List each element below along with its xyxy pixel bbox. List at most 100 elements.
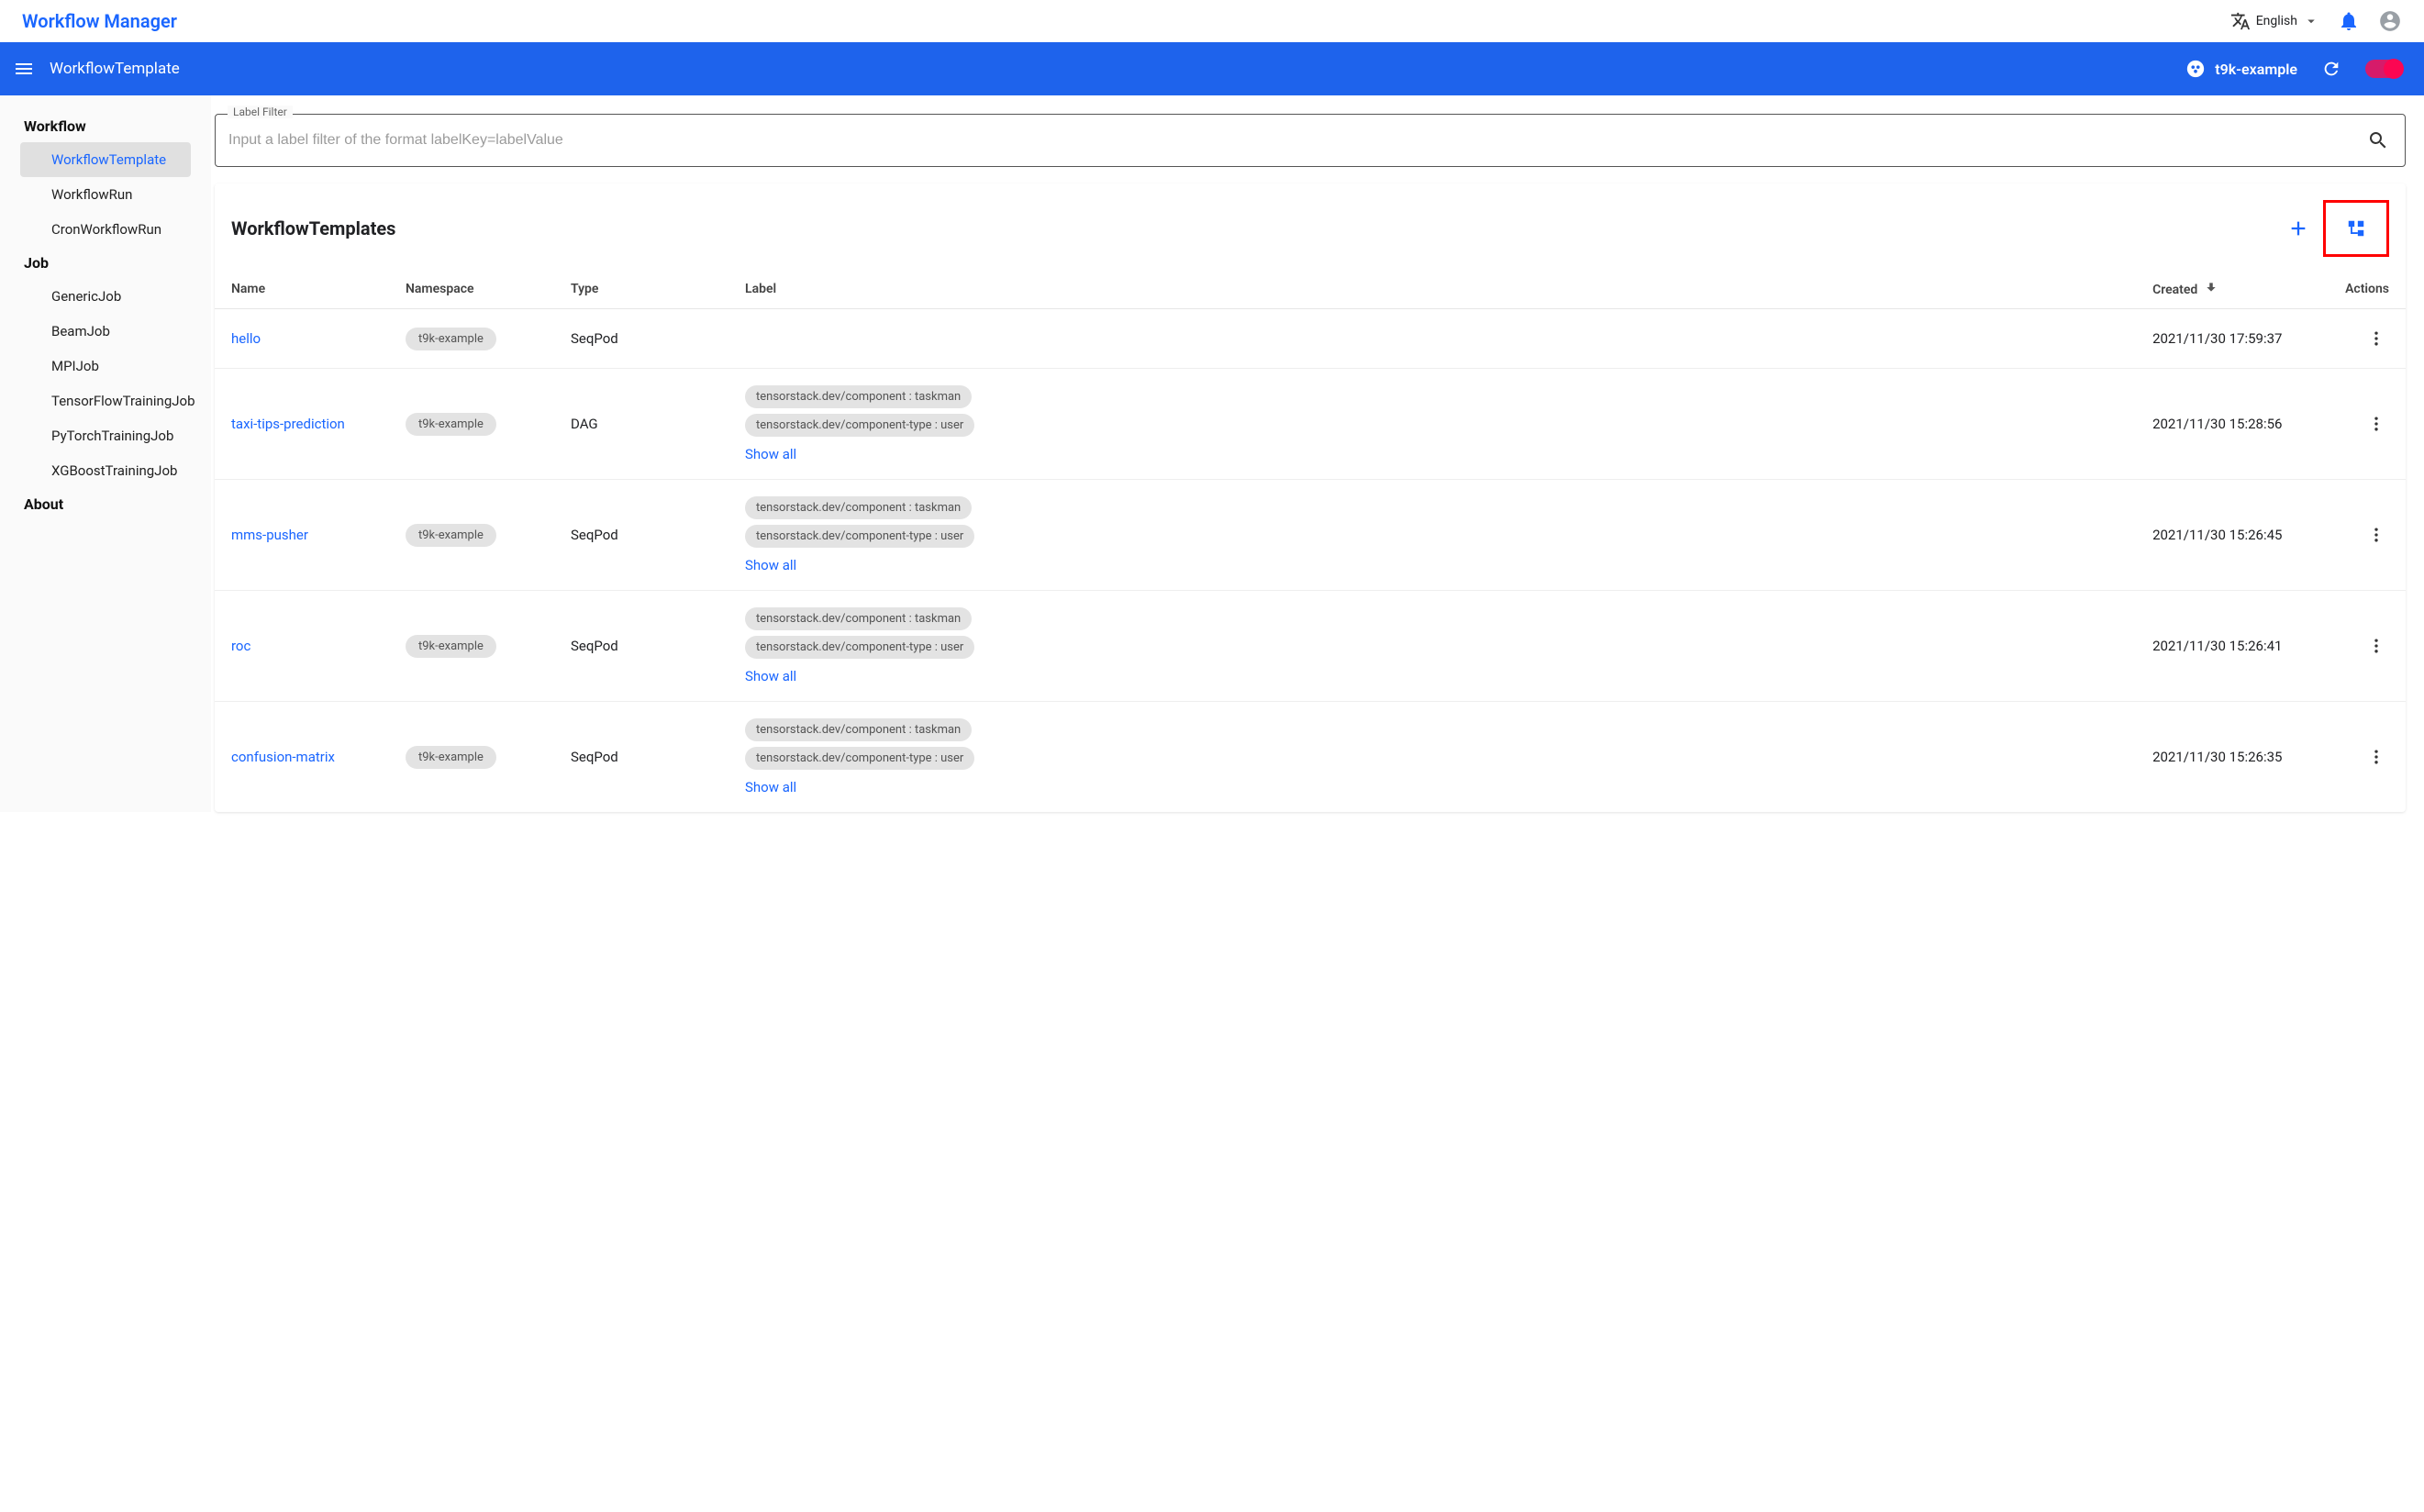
created-cell: 2021/11/30 15:26:41	[2136, 591, 2329, 702]
sidebar-item[interactable]: MPIJob	[20, 349, 191, 384]
translate-icon	[2230, 11, 2251, 31]
namespace-chip: t9k-example	[406, 413, 496, 436]
template-name-link[interactable]: taxi-tips-prediction	[231, 416, 345, 432]
created-cell: 2021/11/30 15:28:56	[2136, 369, 2329, 480]
sidebar-item[interactable]: WorkflowTemplate	[20, 142, 191, 177]
sub-header-left: WorkflowTemplate	[13, 58, 180, 80]
panel-header: WorkflowTemplates	[215, 183, 2406, 270]
label-chip: tensorstack.dev/component-type : user	[745, 525, 974, 548]
sidebar-item[interactable]: PyTorchTrainingJob	[20, 418, 191, 453]
refresh-icon[interactable]	[2321, 59, 2341, 79]
sub-header: WorkflowTemplate t9k-example	[0, 42, 2424, 95]
template-name-link[interactable]: hello	[231, 330, 261, 347]
sidebar-item[interactable]: WorkflowRun	[20, 177, 191, 212]
label-chip: tensorstack.dev/component-type : user	[745, 414, 974, 437]
show-all-link[interactable]: Show all	[745, 779, 796, 795]
label-chip: tensorstack.dev/component-type : user	[745, 636, 974, 659]
type-cell: SeqPod	[554, 480, 728, 591]
sidebar-item[interactable]: CronWorkflowRun	[20, 212, 191, 247]
main-content: Label Filter WorkflowTemplates	[211, 95, 2424, 812]
menu-icon[interactable]	[13, 58, 35, 80]
label-chip: tensorstack.dev/component : taskman	[745, 718, 972, 741]
app-logo[interactable]: Workflow Manager	[22, 10, 177, 32]
col-header-created-text: Created	[2152, 283, 2197, 297]
template-name-link[interactable]: mms-pusher	[231, 527, 308, 543]
sidebar-item[interactable]: GenericJob	[20, 279, 191, 314]
label-chip: tensorstack.dev/component : taskman	[745, 385, 972, 408]
table-row: taxi-tips-predictiont9k-exampleDAGtensor…	[215, 369, 2406, 480]
label-filter-legend: Label Filter	[228, 106, 293, 118]
sidebar-group-title: Job	[4, 247, 207, 279]
notifications-icon[interactable]	[2338, 10, 2360, 32]
add-button[interactable]	[2279, 213, 2318, 244]
toggle-knob	[2384, 59, 2404, 79]
sidebar: WorkflowWorkflowTemplateWorkflowRunCronW…	[0, 95, 211, 812]
col-header-type[interactable]: Type	[554, 270, 728, 309]
page-title: WorkflowTemplate	[50, 60, 180, 78]
sidebar-item[interactable]: BeamJob	[20, 314, 191, 349]
label-cell: tensorstack.dev/component : taskman tenso…	[728, 591, 2136, 702]
created-cell: 2021/11/30 15:26:45	[2136, 480, 2329, 591]
label-filter-wrap: Label Filter	[215, 114, 2406, 167]
col-header-actions: Actions	[2329, 270, 2406, 309]
sidebar-item[interactable]: TensorFlowTrainingJob	[20, 384, 191, 418]
more-actions-icon[interactable]	[2363, 633, 2389, 659]
table-header-row: Name Namespace Type Label Created Action…	[215, 270, 2406, 309]
language-select[interactable]: English	[2230, 11, 2319, 31]
template-name-link[interactable]: roc	[231, 638, 250, 654]
panel-actions	[2279, 200, 2389, 257]
more-actions-icon[interactable]	[2363, 522, 2389, 548]
top-header: Workflow Manager English	[0, 0, 2424, 42]
col-header-name[interactable]: Name	[215, 270, 389, 309]
col-header-label[interactable]: Label	[728, 270, 2136, 309]
sidebar-group-title: About	[4, 488, 207, 520]
sidebar-group-title: Workflow	[4, 110, 207, 142]
type-cell: SeqPod	[554, 591, 728, 702]
sub-header-right: t9k-example	[2185, 59, 2402, 79]
table-row: confusion-matrixt9k-exampleSeqPodtensors…	[215, 702, 2406, 813]
namespace-label: t9k-example	[2215, 61, 2297, 78]
show-all-link[interactable]: Show all	[745, 557, 796, 573]
label-chip: tensorstack.dev/component-type : user	[745, 747, 974, 770]
more-actions-icon[interactable]	[2363, 744, 2389, 770]
table-row: hellot9k-exampleSeqPod2021/11/30 17:59:3…	[215, 309, 2406, 369]
created-cell: 2021/11/30 17:59:37	[2136, 309, 2329, 369]
namespace-icon	[2185, 59, 2206, 79]
table-row: mms-pushert9k-exampleSeqPodtensorstack.d…	[215, 480, 2406, 591]
layout: WorkflowWorkflowTemplateWorkflowRunCronW…	[0, 95, 2424, 812]
table-row: roct9k-exampleSeqPodtensorstack.dev/comp…	[215, 591, 2406, 702]
tree-view-button[interactable]	[2323, 200, 2389, 257]
type-cell: SeqPod	[554, 702, 728, 813]
namespace-select[interactable]: t9k-example	[2185, 59, 2297, 79]
toggle-switch[interactable]	[2365, 60, 2402, 78]
sidebar-item[interactable]: XGBoostTrainingJob	[20, 453, 191, 488]
more-actions-icon[interactable]	[2363, 326, 2389, 351]
label-cell: tensorstack.dev/component : taskman tenso…	[728, 369, 2136, 480]
col-header-created[interactable]: Created	[2136, 270, 2329, 309]
created-cell: 2021/11/30 15:26:35	[2136, 702, 2329, 813]
label-filter-box	[215, 114, 2406, 167]
label-filter-input[interactable]	[228, 132, 2359, 149]
label-cell	[728, 309, 2136, 369]
label-cell: tensorstack.dev/component : taskman tenso…	[728, 702, 2136, 813]
label-cell: tensorstack.dev/component : taskman tenso…	[728, 480, 2136, 591]
show-all-link[interactable]: Show all	[745, 668, 796, 684]
templates-panel: WorkflowTemplates	[215, 183, 2406, 812]
type-cell: DAG	[554, 369, 728, 480]
label-chip: tensorstack.dev/component : taskman	[745, 607, 972, 630]
search-icon[interactable]	[2367, 129, 2389, 151]
namespace-chip: t9k-example	[406, 524, 496, 547]
account-icon[interactable]	[2378, 9, 2402, 33]
panel-title: WorkflowTemplates	[231, 217, 395, 239]
template-name-link[interactable]: confusion-matrix	[231, 749, 335, 765]
sort-desc-icon	[2205, 283, 2218, 297]
namespace-chip: t9k-example	[406, 746, 496, 769]
language-label: English	[2256, 14, 2297, 28]
col-header-namespace[interactable]: Namespace	[389, 270, 554, 309]
chevron-down-icon	[2303, 13, 2319, 29]
more-actions-icon[interactable]	[2363, 411, 2389, 437]
templates-table: Name Namespace Type Label Created Action…	[215, 270, 2406, 812]
label-chip: tensorstack.dev/component : taskman	[745, 496, 972, 519]
top-header-right: English	[2230, 9, 2402, 33]
show-all-link[interactable]: Show all	[745, 446, 796, 462]
